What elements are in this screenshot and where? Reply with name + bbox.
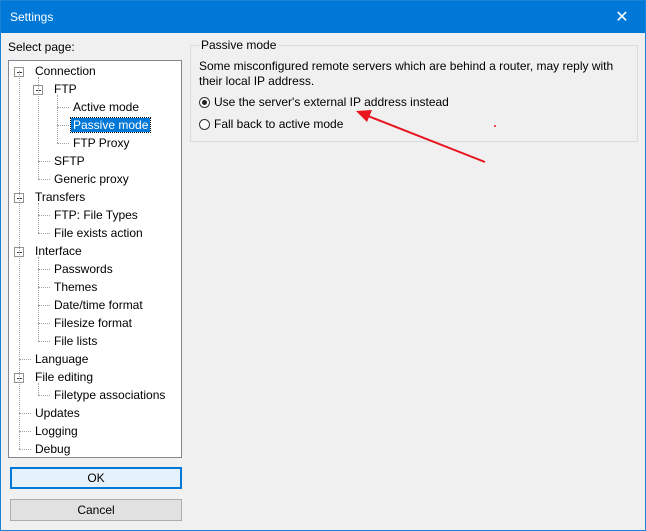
tree-item-label: Filesize format — [54, 316, 133, 330]
cancel-button[interactable]: Cancel — [10, 499, 182, 521]
tree-connector — [38, 257, 39, 341]
tree-item[interactable]: Interface — [33, 243, 84, 259]
close-icon[interactable]: ✕ — [599, 1, 645, 33]
tree-item-label: File lists — [54, 334, 98, 348]
tree-item[interactable]: Passive mode — [69, 117, 152, 133]
tree-item[interactable]: FTP — [52, 81, 79, 97]
tree-item-label: Date/time format — [54, 298, 143, 312]
tree-item[interactable]: FTP Proxy — [71, 135, 131, 151]
tree-item-label: Updates — [35, 406, 80, 420]
tree-connector — [19, 413, 31, 414]
tree-item[interactable]: Logging — [33, 423, 80, 439]
tree-connector — [38, 215, 50, 216]
window-title: Settings — [10, 10, 54, 24]
tree-item[interactable]: File exists action — [52, 225, 145, 241]
tree-item-label: Generic proxy — [54, 172, 129, 186]
tree-connector — [38, 287, 50, 288]
tree-connector — [38, 305, 50, 306]
tree-item[interactable]: Filetype associations — [52, 387, 167, 403]
tree-item-label: Active mode — [73, 100, 140, 114]
tree-item[interactable]: Updates — [33, 405, 82, 421]
radio-fallback-active[interactable]: Fall back to active mode — [199, 116, 343, 132]
radio-external-ip[interactable]: Use the server's external IP address ins… — [199, 94, 449, 110]
tree-item[interactable]: Debug — [33, 441, 72, 457]
radio-checked-icon[interactable] — [199, 96, 210, 108]
tree-connector — [57, 107, 69, 108]
radio-external-ip-label: Use the server's external IP address ins… — [214, 95, 449, 109]
tree-connector — [38, 383, 39, 395]
tree-item[interactable]: Connection — [33, 63, 98, 79]
tree-item-label: Filetype associations — [54, 388, 166, 402]
tree-connector — [38, 269, 50, 270]
tree-item-label: Transfers — [35, 190, 86, 204]
ok-button[interactable]: OK — [10, 467, 182, 489]
select-page-label: Select page: — [8, 40, 75, 54]
tree-item[interactable]: Date/time format — [52, 297, 145, 313]
tree-item-label: File editing — [35, 370, 94, 384]
tree-item[interactable]: Transfers — [33, 189, 87, 205]
tree-connector — [38, 323, 50, 324]
tree-item[interactable]: Generic proxy — [52, 171, 131, 187]
group-title: Passive mode — [199, 38, 279, 52]
tree-item[interactable]: Themes — [52, 279, 99, 295]
radio-fallback-active-label: Fall back to active mode — [214, 117, 344, 131]
tree-connector — [19, 359, 31, 360]
tree-item-label: Language — [35, 352, 89, 366]
tree-connector — [57, 143, 69, 144]
tree-item[interactable]: Filesize format — [52, 315, 134, 331]
tree-connector — [57, 95, 58, 143]
tree-item[interactable]: FTP: File Types — [52, 207, 140, 223]
tree-item[interactable]: Active mode — [71, 99, 141, 115]
tree-connector — [38, 161, 50, 162]
tree-connector — [19, 71, 20, 449]
tree-item-label: File exists action — [54, 226, 143, 240]
tree-item-label: Interface — [35, 244, 82, 258]
settings-page-tree[interactable]: Connection FTP Active mode Passive mode FTP … — [8, 60, 182, 458]
tree-item[interactable]: SFTP — [52, 153, 87, 169]
tree-connector — [38, 395, 50, 396]
tree-item-label: Passive mode — [69, 117, 152, 133]
tree-item[interactable]: Language — [33, 351, 90, 367]
tree-item-label: Connection — [35, 64, 96, 78]
tree-item-label: Passwords — [54, 262, 113, 276]
tree-item-label: FTP — [54, 82, 77, 96]
tree-item-label: SFTP — [54, 154, 85, 168]
tree-item[interactable]: File editing — [33, 369, 95, 385]
tree-item[interactable]: File lists — [52, 333, 99, 349]
tree-connector — [38, 341, 50, 342]
tree-item-label: Themes — [54, 280, 98, 294]
radio-unchecked-icon[interactable] — [199, 118, 210, 130]
tree-connector — [19, 431, 31, 432]
tree-item-label: FTP: File Types — [54, 208, 138, 222]
tree-item-label: FTP Proxy — [73, 136, 130, 150]
tree-connector — [57, 125, 69, 126]
tree-item[interactable]: Passwords — [52, 261, 115, 277]
tree-connector — [38, 179, 50, 180]
title-bar: Settings ✕ — [1, 1, 645, 33]
tree-item-label: Logging — [35, 424, 78, 438]
passive-mode-description: Some misconfigured remote servers which … — [199, 59, 614, 88]
tree-item-label: Debug — [35, 442, 71, 456]
tree-connector — [38, 203, 39, 233]
tree-connector — [38, 233, 50, 234]
tree-connector — [19, 449, 31, 450]
tree-connector — [38, 77, 39, 179]
